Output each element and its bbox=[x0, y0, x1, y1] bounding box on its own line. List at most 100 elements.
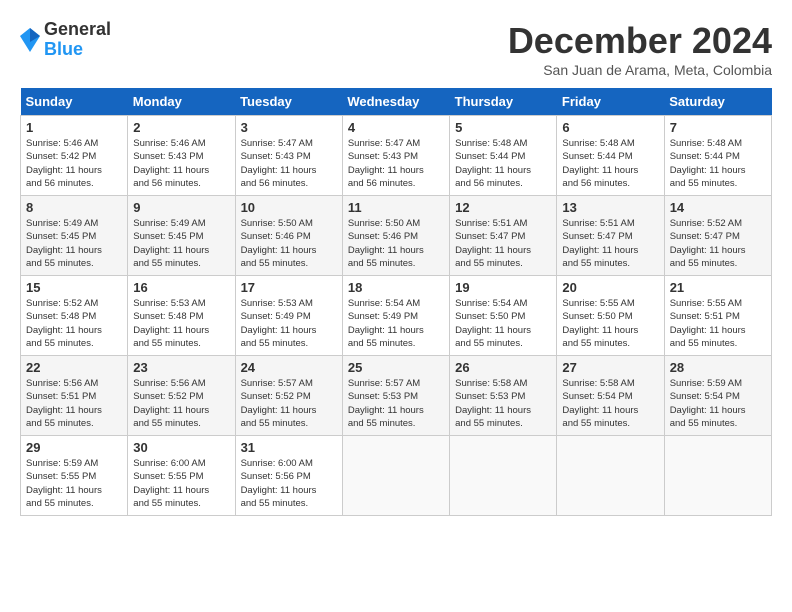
calendar-week-4: 22 Sunrise: 5:56 AM Sunset: 5:51 PM Dayli… bbox=[21, 356, 772, 436]
day-info: Sunrise: 5:56 AM Sunset: 5:52 PM Dayligh… bbox=[133, 377, 229, 430]
calendar-cell: 2 Sunrise: 5:46 AM Sunset: 5:43 PM Daylig… bbox=[128, 116, 235, 196]
calendar-cell: 12Sunrise: 5:51 AM Sunset: 5:47 PM Dayli… bbox=[450, 196, 557, 276]
calendar-cell: 9Sunrise: 5:49 AM Sunset: 5:45 PM Daylig… bbox=[128, 196, 235, 276]
calendar-cell: 22 Sunrise: 5:56 AM Sunset: 5:51 PM Dayli… bbox=[21, 356, 128, 436]
calendar-cell: 19 Sunrise: 5:54 AM Sunset: 5:50 PM Dayli… bbox=[450, 276, 557, 356]
day-info: Sunrise: 5:52 AM Sunset: 5:47 PM Dayligh… bbox=[670, 217, 766, 270]
day-info: Sunrise: 5:58 AM Sunset: 5:54 PM Dayligh… bbox=[562, 377, 658, 430]
weekday-header-friday: Friday bbox=[557, 88, 664, 116]
day-number: 1 bbox=[26, 120, 122, 135]
day-info: Sunrise: 5:51 AM Sunset: 5:47 PM Dayligh… bbox=[455, 217, 551, 270]
day-info: Sunrise: 6:00 AM Sunset: 5:56 PM Dayligh… bbox=[241, 457, 337, 510]
calendar-cell bbox=[342, 436, 449, 516]
logo-icon bbox=[20, 28, 40, 52]
calendar-cell: 28 Sunrise: 5:59 AM Sunset: 5:54 PM Dayli… bbox=[664, 356, 771, 436]
title-block: December 2024 San Juan de Arama, Meta, C… bbox=[508, 20, 772, 78]
day-info: Sunrise: 5:55 AM Sunset: 5:50 PM Dayligh… bbox=[562, 297, 658, 350]
calendar-cell: 4 Sunrise: 5:47 AM Sunset: 5:43 PM Daylig… bbox=[342, 116, 449, 196]
day-info: Sunrise: 5:58 AM Sunset: 5:53 PM Dayligh… bbox=[455, 377, 551, 430]
day-info: Sunrise: 5:59 AM Sunset: 5:54 PM Dayligh… bbox=[670, 377, 766, 430]
day-number: 24 bbox=[241, 360, 337, 375]
calendar-cell bbox=[557, 436, 664, 516]
day-info: Sunrise: 5:53 AM Sunset: 5:49 PM Dayligh… bbox=[241, 297, 337, 350]
calendar-week-1: 1 Sunrise: 5:46 AM Sunset: 5:42 PM Daylig… bbox=[21, 116, 772, 196]
calendar-cell: 15 Sunrise: 5:52 AM Sunset: 5:48 PM Dayli… bbox=[21, 276, 128, 356]
day-info: Sunrise: 5:51 AM Sunset: 5:47 PM Dayligh… bbox=[562, 217, 658, 270]
day-number: 15 bbox=[26, 280, 122, 295]
day-number: 21 bbox=[670, 280, 766, 295]
calendar-cell: 20 Sunrise: 5:55 AM Sunset: 5:50 PM Dayli… bbox=[557, 276, 664, 356]
day-info: Sunrise: 5:56 AM Sunset: 5:51 PM Dayligh… bbox=[26, 377, 122, 430]
calendar-body: 1 Sunrise: 5:46 AM Sunset: 5:42 PM Daylig… bbox=[21, 116, 772, 516]
calendar-cell: 11Sunrise: 5:50 AM Sunset: 5:46 PM Dayli… bbox=[342, 196, 449, 276]
day-info: Sunrise: 5:57 AM Sunset: 5:52 PM Dayligh… bbox=[241, 377, 337, 430]
calendar-header-row: SundayMondayTuesdayWednesdayThursdayFrid… bbox=[21, 88, 772, 116]
weekday-header-saturday: Saturday bbox=[664, 88, 771, 116]
calendar-week-2: 8Sunrise: 5:49 AM Sunset: 5:45 PM Daylig… bbox=[21, 196, 772, 276]
logo: General Blue bbox=[20, 20, 111, 60]
calendar-cell: 25 Sunrise: 5:57 AM Sunset: 5:53 PM Dayli… bbox=[342, 356, 449, 436]
calendar-cell: 6 Sunrise: 5:48 AM Sunset: 5:44 PM Daylig… bbox=[557, 116, 664, 196]
day-number: 10 bbox=[241, 200, 337, 215]
calendar-cell: 21 Sunrise: 5:55 AM Sunset: 5:51 PM Dayli… bbox=[664, 276, 771, 356]
calendar-cell bbox=[450, 436, 557, 516]
day-info: Sunrise: 5:53 AM Sunset: 5:48 PM Dayligh… bbox=[133, 297, 229, 350]
calendar-table: SundayMondayTuesdayWednesdayThursdayFrid… bbox=[20, 88, 772, 516]
calendar-cell: 5 Sunrise: 5:48 AM Sunset: 5:44 PM Daylig… bbox=[450, 116, 557, 196]
day-info: Sunrise: 5:52 AM Sunset: 5:48 PM Dayligh… bbox=[26, 297, 122, 350]
day-number: 20 bbox=[562, 280, 658, 295]
logo-text: General Blue bbox=[44, 20, 111, 60]
calendar-cell: 13 Sunrise: 5:51 AM Sunset: 5:47 PM Dayli… bbox=[557, 196, 664, 276]
day-number: 29 bbox=[26, 440, 122, 455]
day-info: Sunrise: 5:55 AM Sunset: 5:51 PM Dayligh… bbox=[670, 297, 766, 350]
day-number: 19 bbox=[455, 280, 551, 295]
day-number: 17 bbox=[241, 280, 337, 295]
day-info: Sunrise: 5:46 AM Sunset: 5:43 PM Dayligh… bbox=[133, 137, 229, 190]
calendar-cell: 30 Sunrise: 6:00 AM Sunset: 5:55 PM Dayli… bbox=[128, 436, 235, 516]
day-info: Sunrise: 5:57 AM Sunset: 5:53 PM Dayligh… bbox=[348, 377, 444, 430]
calendar-cell: 14Sunrise: 5:52 AM Sunset: 5:47 PM Dayli… bbox=[664, 196, 771, 276]
day-info: Sunrise: 5:46 AM Sunset: 5:42 PM Dayligh… bbox=[26, 137, 122, 190]
day-number: 18 bbox=[348, 280, 444, 295]
day-number: 30 bbox=[133, 440, 229, 455]
day-number: 6 bbox=[562, 120, 658, 135]
day-number: 16 bbox=[133, 280, 229, 295]
calendar-cell: 29 Sunrise: 5:59 AM Sunset: 5:55 PM Dayli… bbox=[21, 436, 128, 516]
day-info: Sunrise: 5:47 AM Sunset: 5:43 PM Dayligh… bbox=[241, 137, 337, 190]
day-info: Sunrise: 5:47 AM Sunset: 5:43 PM Dayligh… bbox=[348, 137, 444, 190]
day-number: 22 bbox=[26, 360, 122, 375]
calendar-cell: 31 Sunrise: 6:00 AM Sunset: 5:56 PM Dayli… bbox=[235, 436, 342, 516]
day-number: 7 bbox=[670, 120, 766, 135]
day-number: 5 bbox=[455, 120, 551, 135]
day-info: Sunrise: 5:48 AM Sunset: 5:44 PM Dayligh… bbox=[670, 137, 766, 190]
day-number: 27 bbox=[562, 360, 658, 375]
day-number: 4 bbox=[348, 120, 444, 135]
day-number: 25 bbox=[348, 360, 444, 375]
page-header: General Blue December 2024 San Juan de A… bbox=[20, 20, 772, 78]
calendar-cell: 7 Sunrise: 5:48 AM Sunset: 5:44 PM Daylig… bbox=[664, 116, 771, 196]
day-info: Sunrise: 5:50 AM Sunset: 5:46 PM Dayligh… bbox=[348, 217, 444, 270]
calendar-cell: 10Sunrise: 5:50 AM Sunset: 5:46 PM Dayli… bbox=[235, 196, 342, 276]
weekday-header-thursday: Thursday bbox=[450, 88, 557, 116]
day-info: Sunrise: 5:49 AM Sunset: 5:45 PM Dayligh… bbox=[133, 217, 229, 270]
weekday-header-monday: Monday bbox=[128, 88, 235, 116]
calendar-cell bbox=[664, 436, 771, 516]
day-info: Sunrise: 5:48 AM Sunset: 5:44 PM Dayligh… bbox=[455, 137, 551, 190]
day-info: Sunrise: 5:48 AM Sunset: 5:44 PM Dayligh… bbox=[562, 137, 658, 190]
month-title: December 2024 bbox=[508, 20, 772, 62]
day-number: 31 bbox=[241, 440, 337, 455]
day-info: Sunrise: 6:00 AM Sunset: 5:55 PM Dayligh… bbox=[133, 457, 229, 510]
calendar-cell: 1 Sunrise: 5:46 AM Sunset: 5:42 PM Daylig… bbox=[21, 116, 128, 196]
day-number: 26 bbox=[455, 360, 551, 375]
day-info: Sunrise: 5:59 AM Sunset: 5:55 PM Dayligh… bbox=[26, 457, 122, 510]
calendar-cell: 3Sunrise: 5:47 AM Sunset: 5:43 PM Daylig… bbox=[235, 116, 342, 196]
weekday-header-sunday: Sunday bbox=[21, 88, 128, 116]
weekday-header-wednesday: Wednesday bbox=[342, 88, 449, 116]
day-number: 28 bbox=[670, 360, 766, 375]
day-info: Sunrise: 5:49 AM Sunset: 5:45 PM Dayligh… bbox=[26, 217, 122, 270]
day-number: 2 bbox=[133, 120, 229, 135]
day-info: Sunrise: 5:54 AM Sunset: 5:50 PM Dayligh… bbox=[455, 297, 551, 350]
day-number: 13 bbox=[562, 200, 658, 215]
calendar-cell: 17 Sunrise: 5:53 AM Sunset: 5:49 PM Dayli… bbox=[235, 276, 342, 356]
calendar-week-3: 15 Sunrise: 5:52 AM Sunset: 5:48 PM Dayli… bbox=[21, 276, 772, 356]
